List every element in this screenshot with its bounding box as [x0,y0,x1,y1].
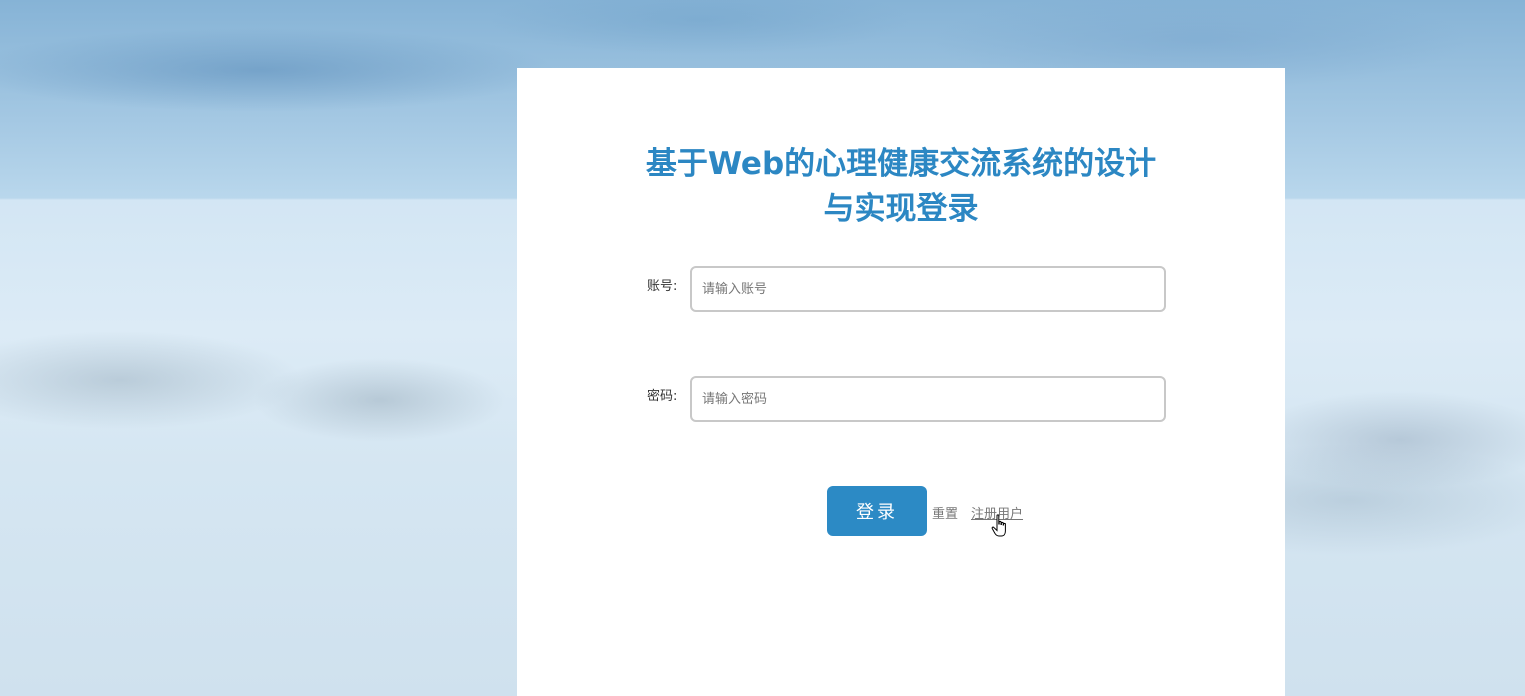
reset-link[interactable]: 重置 [932,503,958,522]
login-button[interactable]: 登录 [827,486,927,536]
page-title-line-2: 与实现登录 [823,191,979,227]
page-title: 基于Web的心理健康交流系统的设计 与实现登录 [517,142,1285,232]
page-title-line-1: 基于Web的心理健康交流系统的设计 [645,146,1157,182]
login-card: 基于Web的心理健康交流系统的设计 与实现登录 账号: 密码: 登录 重置 注册… [517,68,1285,696]
account-label: 账号: [647,279,678,294]
password-input[interactable] [690,376,1166,422]
password-label: 密码: [647,389,678,404]
hand-pointer-icon [991,514,1006,537]
account-input[interactable] [690,266,1166,312]
